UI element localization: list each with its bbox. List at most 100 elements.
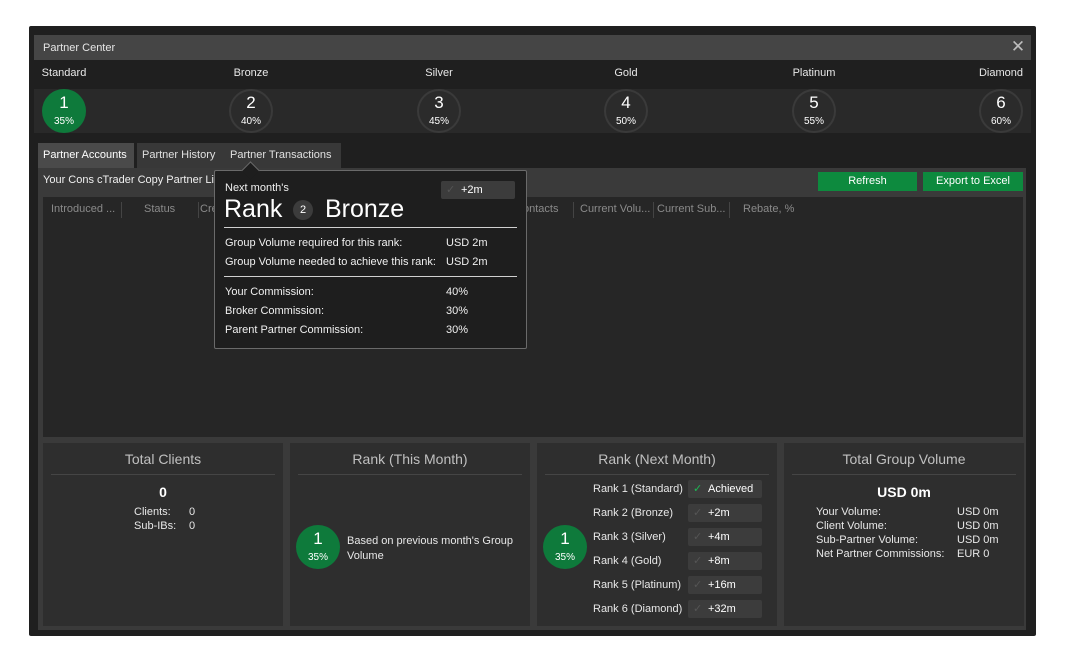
rank-percent: 60%: [990, 116, 1011, 127]
card-title: Total Group Volume: [842, 451, 966, 467]
tooltip-divider: [224, 276, 517, 277]
rank-name: Diamond: [978, 67, 1024, 79]
rank-status-value: +16m: [708, 579, 736, 591]
column-divider[interactable]: [729, 202, 730, 218]
rank-percent: 35%: [307, 552, 328, 563]
rank-track: [34, 89, 1031, 133]
rank-number: 1: [59, 93, 69, 112]
total-group-volume-card: Total Group Volume USD 0m Your Volume: U…: [784, 443, 1024, 626]
rank-number: 1: [560, 529, 570, 548]
rank-percent: 50%: [615, 116, 636, 127]
rank-circle: 5 55%: [792, 89, 836, 133]
column-divider[interactable]: [573, 202, 574, 218]
accounts-heading: Your Cons cTrader Copy Partner Li: [43, 174, 214, 186]
rank-status-pill: ✓ +2m: [688, 504, 762, 522]
rank-status-value: +2m: [708, 507, 730, 519]
rank-circle: 1 35%: [543, 525, 587, 569]
rank-circle: 1 35%: [296, 525, 340, 569]
partner-center-window: Partner Center ✕ Standard 1 35% Bronze 2…: [29, 26, 1036, 636]
volume-label: Net Partner Commissions:: [816, 548, 945, 560]
rank-basis-text: Based on previous month's Group Volume: [347, 535, 513, 562]
rank-progress: Standard 1 35% Bronze 2 40% Silver 3 45%…: [34, 65, 1031, 133]
rank-status-value: +8m: [708, 555, 730, 567]
tab-partner-transactions[interactable]: Partner Transactions: [225, 143, 341, 168]
rank-label: Rank 5 (Platinum): [593, 579, 682, 591]
tooltip-rank-name: Bronze: [325, 195, 405, 223]
check-icon: ✓: [446, 184, 456, 196]
rank-status-pill: ✓ +32m: [688, 600, 762, 618]
rank-step-diamond: Diamond 6 60%: [941, 65, 1061, 133]
tooltip-label: Parent Partner Commission:: [225, 324, 364, 336]
check-icon: ✓: [693, 555, 703, 567]
tab-partner-history[interactable]: Partner History: [137, 143, 225, 168]
volume-value: USD 0m: [957, 506, 999, 518]
volume-label: Client Volume:: [816, 520, 887, 532]
subibs-value: 0: [189, 520, 196, 532]
column-header[interactable]: Current Volu...: [580, 203, 652, 215]
rank-step-gold: Gold 4 50%: [566, 65, 686, 133]
rank-next-month-card: Rank (Next Month) 1 35% Rank 1 (Standard…: [537, 443, 777, 626]
rank-percent: 40%: [240, 116, 261, 127]
rank-step-silver: Silver 3 45%: [379, 65, 499, 133]
card-title: Rank (This Month): [352, 451, 468, 467]
column-header[interactable]: Current Sub...: [657, 203, 729, 215]
column-divider[interactable]: [198, 202, 199, 218]
close-icon[interactable]: ✕: [1009, 38, 1027, 56]
check-icon: ✓: [693, 579, 703, 591]
tooltip-subtitle: Next month's: [225, 182, 289, 194]
rank-step-platinum: Platinum 5 55%: [754, 65, 874, 133]
tooltip-value: 30%: [446, 324, 469, 336]
partner-accounts-panel: Your Cons cTrader Copy Partner Li Refres…: [38, 168, 1026, 630]
rank-status-value: +32m: [708, 603, 736, 615]
column-header[interactable]: Cre: [200, 203, 214, 215]
rank-circle: 2 40%: [229, 89, 273, 133]
rank-name: Platinum: [792, 67, 836, 79]
tab-partner-accounts[interactable]: Partner Accounts: [38, 143, 134, 168]
rank-tooltip: Next month's ✓ +2m Rank 2 Bronze Group Vo…: [214, 170, 527, 349]
check-icon: ✓: [693, 531, 703, 543]
rank-status-value: +4m: [708, 531, 730, 543]
rank-circle: 4 50%: [604, 89, 648, 133]
title-bar: Partner Center ✕: [34, 35, 1031, 60]
rank-number: 2: [246, 93, 256, 112]
column-header[interactable]: Introduced ...: [51, 203, 117, 215]
check-icon: ✓: [693, 603, 703, 615]
column-divider[interactable]: [121, 202, 122, 218]
card-divider: [792, 474, 1016, 475]
tooltip-value: 40%: [446, 286, 469, 298]
refresh-button[interactable]: Refresh: [818, 172, 917, 191]
tooltip-status-value: +2m: [461, 184, 483, 196]
rank-name: Standard: [41, 67, 87, 79]
column-header[interactable]: Rebate, %: [743, 203, 803, 215]
rank-status-value: Achieved: [708, 483, 754, 495]
rank-step-bronze: Bronze 2 40%: [191, 65, 311, 133]
tooltip-value: USD 2m: [446, 237, 488, 249]
rank-status-pill: ✓ Achieved: [688, 480, 762, 498]
rank-label: Rank 1 (Standard): [593, 483, 683, 495]
card-divider: [545, 474, 769, 475]
tooltip-divider: [224, 227, 517, 228]
card-title: Total Clients: [124, 451, 202, 467]
rank-label: Rank 2 (Bronze): [593, 507, 674, 519]
rank-number: 4: [621, 93, 631, 112]
column-divider[interactable]: [653, 202, 654, 218]
rank-circle: 3 45%: [417, 89, 461, 133]
volume-value: USD 0m: [957, 520, 999, 532]
tooltip-value: USD 2m: [446, 256, 488, 268]
tooltip-value: 30%: [446, 305, 469, 317]
rank-number: 6: [996, 93, 1006, 112]
volume-value: EUR 0: [957, 548, 990, 560]
volume-label: Your Volume:: [816, 506, 882, 518]
check-icon: ✓: [693, 507, 703, 519]
volume-label: Sub-Partner Volume:: [816, 534, 919, 546]
tooltip-label: Group Volume required for this rank:: [225, 237, 403, 249]
clients-value: 0: [189, 506, 196, 518]
export-excel-button[interactable]: Export to Excel: [923, 172, 1023, 191]
total-group-volume-value: USD 0m: [877, 484, 931, 500]
tooltip-rank-number: 2: [293, 200, 313, 220]
rank-percent: 55%: [803, 116, 824, 127]
rank-percent: 45%: [428, 116, 449, 127]
rank-circle: 6 60%: [979, 89, 1023, 133]
column-header[interactable]: ontacts: [523, 203, 563, 215]
column-header[interactable]: Status: [144, 203, 184, 215]
